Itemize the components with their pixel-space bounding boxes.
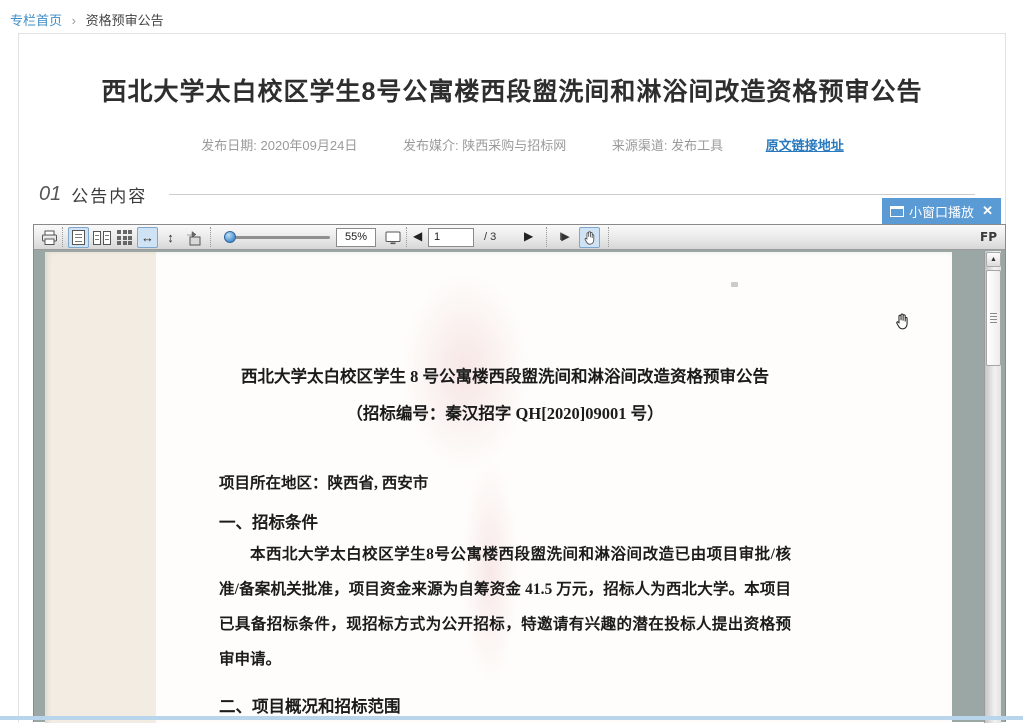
vertical-scrollbar[interactable]: ▲ — [984, 251, 1001, 723]
zoom-slider[interactable] — [224, 236, 330, 239]
fit-height-button[interactable]: ↕ — [160, 227, 181, 248]
scrollbar-thumb[interactable] — [986, 270, 1001, 366]
toolbar-separator — [608, 227, 609, 247]
page-number-input[interactable]: 1 — [428, 228, 474, 247]
document-body: 西北大学太白校区学生 8 号公寓楼西段盥洗间和淋浴间改造资格预审公告 （招标编号… — [219, 252, 791, 723]
page-title: 西北大学太白校区学生8号公寓楼西段盥洗间和淋浴间改造资格预审公告 — [19, 72, 1005, 108]
breadcrumb-home-link[interactable]: 专栏首页 — [10, 13, 62, 28]
document-subtitle: （招标编号：秦汉招字 QH[2020]09001 号） — [219, 400, 791, 424]
toolbar-separator — [210, 227, 211, 247]
document-title: 西北大学太白校区学生 8 号公寓楼西段盥洗间和淋浴间改造资格预审公告 — [219, 366, 791, 387]
printer-icon — [41, 230, 58, 246]
toolbar-separator — [546, 227, 547, 247]
document-heading-2: 二、项目概况和招标范围 — [219, 693, 791, 717]
fullscreen-button[interactable] — [382, 227, 403, 248]
viewer-toolbar: ↔ ↕ 55% ◀ 1 / 3 ▶ I▶ — [34, 225, 1005, 250]
text-select-tool-button[interactable]: I▶ — [552, 227, 576, 248]
text-select-icon: I▶ — [559, 232, 569, 243]
hand-tool-icon — [582, 230, 597, 246]
hand-cursor-icon — [893, 312, 911, 336]
rotate-page-button[interactable] — [183, 227, 204, 248]
prev-page-button[interactable]: ◀ — [413, 229, 422, 243]
single-page-icon — [72, 230, 85, 245]
breadcrumb: 专栏首页 › 资格预审公告 — [10, 10, 164, 29]
window-icon — [890, 206, 904, 217]
document-heading-1: 一、招标条件 — [219, 509, 791, 533]
zoom-slider-knob[interactable] — [224, 231, 236, 243]
section-divider — [169, 194, 975, 195]
pdf-viewer: ↔ ↕ 55% ◀ 1 / 3 ▶ I▶ — [33, 224, 1006, 722]
document-paragraph-1: 本西北大学太白校区学生8号公寓楼西段盥洗间和淋浴间改造已由项目审批/核准/备案机… — [219, 537, 791, 677]
section-header: 01 公告内容 — [39, 182, 987, 207]
section-title: 公告内容 — [71, 182, 147, 207]
fit-height-icon: ↕ — [167, 231, 174, 244]
page-total-label: / 3 — [484, 231, 496, 243]
fit-width-button[interactable]: ↔ — [137, 227, 158, 248]
small-window-play-label: 小窗口播放 — [909, 202, 974, 221]
viewer-canvas[interactable]: 西北大学太白校区学生 8 号公寓楼西段盥洗间和淋浴间改造资格预审公告 （招标编号… — [34, 251, 1005, 723]
toolbar-separator — [406, 227, 407, 247]
publish-media: 发布媒介: 陕西采购与招标网 — [403, 138, 566, 153]
fit-width-icon: ↔ — [141, 231, 154, 244]
two-page-view-button[interactable] — [91, 227, 112, 248]
print-button[interactable] — [39, 227, 60, 248]
single-page-view-button[interactable] — [68, 227, 89, 248]
flexpaper-logo: FP — [980, 230, 997, 244]
publish-date: 发布日期: 2020年09月24日 — [201, 138, 357, 153]
bottom-accent-line — [0, 716, 1023, 720]
source-channel: 来源渠道: 发布工具 — [612, 138, 723, 153]
toolbar-separator — [62, 227, 63, 247]
two-page-icon — [93, 231, 111, 245]
grid-icon — [117, 230, 132, 245]
section-number: 01 — [39, 183, 61, 206]
meta-row: 发布日期: 2020年09月24日 发布媒介: 陕西采购与招标网 来源渠道: 发… — [19, 135, 1005, 154]
rotate-icon — [185, 230, 202, 246]
small-window-play-button[interactable]: 小窗口播放 ✕ — [882, 198, 1001, 224]
monitor-icon — [385, 231, 401, 245]
breadcrumb-separator: › — [72, 13, 76, 28]
breadcrumb-current: 资格预审公告 — [86, 13, 164, 28]
zoom-level-input[interactable]: 55% — [336, 228, 376, 247]
next-page-button[interactable]: ▶ — [524, 229, 533, 243]
document-location: 项目所在地区：陕西省, 西安市 — [219, 471, 791, 493]
hand-tool-button[interactable] — [579, 227, 600, 248]
document-page[interactable]: 西北大学太白校区学生 8 号公寓楼西段盥洗间和淋浴间改造资格预审公告 （招标编号… — [45, 252, 952, 723]
scroll-up-button[interactable]: ▲ — [986, 252, 1001, 267]
close-icon[interactable]: ✕ — [982, 203, 993, 219]
original-link[interactable]: 原文链接地址 — [766, 138, 844, 153]
thumbnail-view-button[interactable] — [114, 227, 135, 248]
